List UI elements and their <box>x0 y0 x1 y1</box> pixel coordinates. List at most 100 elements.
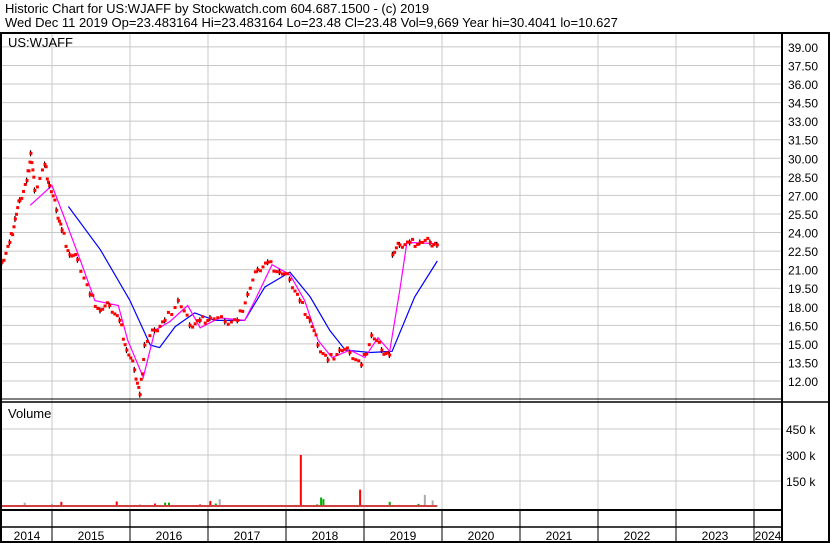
price-point <box>49 190 53 194</box>
price-point <box>140 372 144 376</box>
price-point <box>13 217 17 221</box>
price-point <box>59 222 63 226</box>
price-point <box>314 333 318 337</box>
price-point <box>35 185 39 189</box>
price-tick-label: 36.00 <box>788 78 818 92</box>
stock-chart: Historic Chart for US:WJAFF by Stockwatc… <box>0 0 830 543</box>
volume-bar <box>299 455 302 507</box>
price-point <box>118 318 122 322</box>
price-point <box>182 309 186 313</box>
price-point <box>377 340 381 344</box>
price-point <box>108 304 112 308</box>
price-point <box>310 325 314 329</box>
price-tick-label: 18.00 <box>788 301 818 315</box>
price-point <box>137 385 141 389</box>
price-point <box>15 212 19 216</box>
price-tick-label: 16.50 <box>788 319 818 333</box>
price-point <box>296 292 300 296</box>
price-point <box>261 265 265 269</box>
price-point <box>326 358 330 362</box>
price-tick-label: 13.50 <box>788 356 818 370</box>
price-point <box>120 323 124 327</box>
price-point <box>16 206 20 210</box>
header-title: Historic Chart for US:WJAFF by Stockwatc… <box>5 1 429 16</box>
price-point <box>301 301 305 305</box>
year-tick-label: 2016 <box>156 529 183 543</box>
price-point <box>324 353 328 357</box>
year-tick-label: 2019 <box>390 529 417 543</box>
price-point <box>103 304 107 308</box>
price-point <box>426 236 430 240</box>
price-point <box>138 393 142 397</box>
price-point <box>219 315 223 319</box>
price-point <box>351 357 355 361</box>
price-point <box>33 188 37 192</box>
volume-label: Volume <box>8 406 51 421</box>
price-point <box>275 270 279 274</box>
price-point <box>142 357 146 361</box>
symbol-label: US:WJAFF <box>8 35 73 50</box>
price-point <box>155 329 159 333</box>
price-point <box>216 316 220 320</box>
price-tick-label: 21.00 <box>788 264 818 278</box>
price-point <box>272 269 276 273</box>
price-point <box>354 358 358 362</box>
price-tick-label: 39.00 <box>788 41 818 55</box>
price-point <box>288 278 292 282</box>
price-point <box>66 249 70 253</box>
price-point <box>2 258 6 262</box>
price-point <box>329 352 333 356</box>
price-point <box>388 353 392 357</box>
price-point <box>166 310 170 314</box>
header-quote: Wed Dec 11 2019 Op=23.483164 Hi=23.48316… <box>5 15 618 30</box>
price-point <box>316 343 320 347</box>
year-tick-label: 2018 <box>312 529 339 543</box>
price-point <box>365 352 369 356</box>
price-point <box>191 325 195 329</box>
price-point <box>25 179 29 183</box>
year-tick-label: 2024 <box>755 529 782 543</box>
price-point <box>135 381 139 385</box>
price-point <box>29 151 33 155</box>
price-tick-label: 15.00 <box>788 338 818 352</box>
price-point <box>357 359 361 363</box>
price-tick-label: 25.50 <box>788 208 818 222</box>
price-point <box>435 243 439 247</box>
price-point <box>241 309 245 313</box>
price-point <box>79 269 83 273</box>
price-point <box>367 343 371 347</box>
price-tick-label: 28.50 <box>788 171 818 185</box>
price-point <box>22 189 26 193</box>
price-point <box>85 283 89 287</box>
price-point <box>303 312 307 316</box>
price-point <box>148 334 152 338</box>
price-point <box>400 245 404 249</box>
year-tick-label: 2017 <box>234 529 261 543</box>
volume-bar <box>359 489 362 507</box>
price-point <box>30 161 34 165</box>
price-tick-label: 12.00 <box>788 375 818 389</box>
price-point <box>360 363 364 367</box>
price-tick-label: 37.50 <box>788 59 818 73</box>
year-tick-label: 2014 <box>14 529 41 543</box>
price-point <box>428 240 432 244</box>
volume-tick-label: 150 k <box>786 475 816 489</box>
price-point <box>129 356 133 360</box>
price-point <box>31 168 35 172</box>
price-point <box>32 175 36 179</box>
price-tick-label: 22.50 <box>788 245 818 259</box>
price-point <box>243 301 247 305</box>
price-point <box>246 292 250 296</box>
price-tick-label: 31.50 <box>788 134 818 148</box>
price-point <box>208 316 212 320</box>
price-point <box>20 196 24 200</box>
price-point <box>27 169 31 173</box>
price-point <box>82 276 86 280</box>
price-point <box>393 250 397 254</box>
price-point <box>115 314 119 318</box>
price-point <box>226 322 230 326</box>
year-tick-label: 2023 <box>702 529 729 543</box>
price-point <box>370 333 374 337</box>
price-point <box>74 253 78 257</box>
price-point <box>269 260 273 264</box>
